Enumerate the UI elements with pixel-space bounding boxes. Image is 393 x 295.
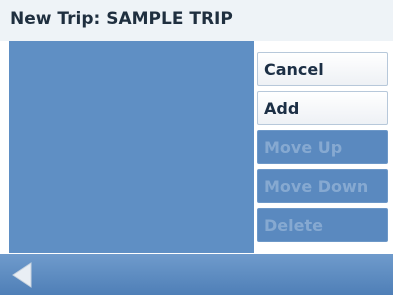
move-down-button[interactable]: Move Down xyxy=(257,169,388,203)
trip-screen: New Trip: SAMPLE TRIP Cancel Add Move Up… xyxy=(0,0,393,295)
cancel-button[interactable]: Cancel xyxy=(257,52,388,86)
action-button-column: Cancel Add Move Up Move Down Delete xyxy=(257,52,388,247)
bottom-toolbar xyxy=(0,254,393,295)
page-title: New Trip: SAMPLE TRIP xyxy=(10,9,233,29)
trip-destination-list[interactable] xyxy=(9,41,254,253)
delete-button[interactable]: Delete xyxy=(257,208,388,242)
add-button[interactable]: Add xyxy=(257,91,388,125)
title-bar: New Trip: SAMPLE TRIP xyxy=(0,0,393,41)
back-arrow-icon[interactable] xyxy=(9,261,35,289)
move-up-button[interactable]: Move Up xyxy=(257,130,388,164)
